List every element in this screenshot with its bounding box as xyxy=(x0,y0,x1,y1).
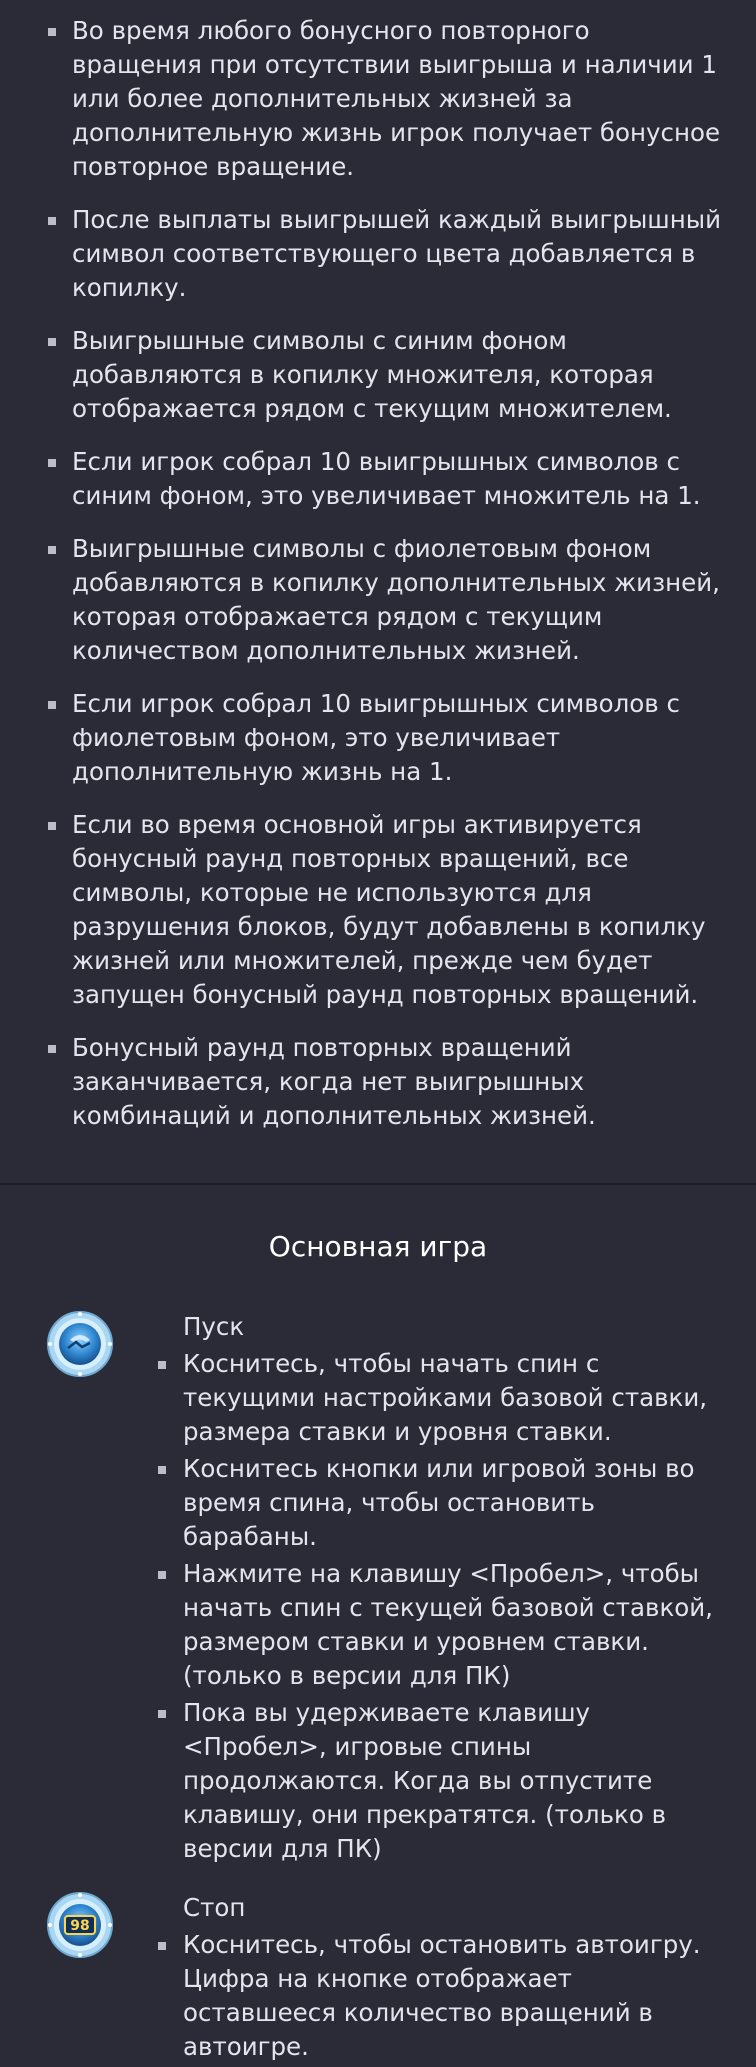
rule-text: Если игрок собрал 10 выигрышных символов… xyxy=(72,689,680,786)
list-item: Если во время основной игры активируется… xyxy=(48,808,726,1012)
bullet xyxy=(158,1361,166,1369)
list-item: Если игрок собрал 10 выигрышных символов… xyxy=(48,445,726,513)
list-item: Коснитесь кнопки или игровой зоны во вре… xyxy=(158,1452,728,1554)
list-item: Пока вы удерживаете клавишу <Пробел>, иг… xyxy=(158,1696,728,1866)
bullet xyxy=(158,1466,166,1474)
autoplay-stop-icon: 98 xyxy=(46,1891,114,1959)
item-text: Коснитесь, чтобы начать спин с текущими … xyxy=(183,1349,708,1446)
bullet xyxy=(48,28,56,36)
list-item: Выигрышные символы с фиолетовым фоном до… xyxy=(48,532,726,668)
bullet xyxy=(48,217,56,225)
rule-text: Бонусный раунд повторных вращений заканч… xyxy=(72,1033,596,1130)
rule-text: Если игрок собрал 10 выигрышных символов… xyxy=(72,447,701,510)
bullet xyxy=(48,459,56,467)
bullet xyxy=(158,1710,166,1718)
section-divider xyxy=(0,1183,756,1185)
bullet xyxy=(48,701,56,709)
spin-label: Пуск xyxy=(183,1312,245,1341)
list-item: Нажмите на клавишу <Пробел>, чтобы начат… xyxy=(158,1557,728,1693)
list-item: Если игрок собрал 10 выигрышных символов… xyxy=(48,687,726,789)
rule-text: Во время любого бонусного повторного вра… xyxy=(72,16,721,181)
list-item: Коснитесь, чтобы остановить автоигру. Ци… xyxy=(158,1928,728,2064)
bullet xyxy=(48,822,56,830)
rule-text: Выигрышные символы с фиолетовым фоном до… xyxy=(72,534,720,665)
list-item: После выплаты выигрышей каждый выигрышны… xyxy=(48,203,726,305)
stop-label: Стоп xyxy=(183,1893,246,1922)
item-text: Пока вы удерживаете клавишу <Пробел>, иг… xyxy=(183,1698,667,1863)
list-item: Коснитесь, чтобы начать спин с текущими … xyxy=(158,1347,728,1449)
section-title: Основная игра xyxy=(268,1230,488,1263)
item-text: Коснитесь, чтобы остановить автоигру. Ци… xyxy=(183,1930,701,2061)
list-item: Во время любого бонусного повторного вра… xyxy=(48,14,726,184)
list-item: Выигрышные символы с синим фоном добавля… xyxy=(48,324,726,426)
help-page: Во время любого бонусного повторного вра… xyxy=(0,0,756,2064)
item-text: Нажмите на клавишу <Пробел>, чтобы начат… xyxy=(183,1559,713,1690)
bullet xyxy=(48,546,56,554)
spin-description-list: Коснитесь, чтобы начать спин с текущими … xyxy=(158,1347,728,1869)
bullet xyxy=(158,1571,166,1579)
autoplay-count-badge: 98 xyxy=(70,1918,89,1934)
rule-text: Выигрышные символы с синим фоном добавля… xyxy=(72,326,672,423)
stop-description-list: Коснитесь, чтобы остановить автоигру. Ци… xyxy=(158,1928,728,2067)
bonus-rules-list: Во время любого бонусного повторного вра… xyxy=(0,0,756,1133)
spin-button-icon xyxy=(46,1310,114,1378)
list-item: Бонусный раунд повторных вращений заканч… xyxy=(48,1031,726,1133)
bullet xyxy=(48,1045,56,1053)
item-text: Коснитесь кнопки или игровой зоны во вре… xyxy=(183,1454,695,1551)
bullet xyxy=(48,338,56,346)
bullet xyxy=(158,1942,166,1950)
rule-text: Если во время основной игры активируется… xyxy=(72,810,706,1009)
rule-text: После выплаты выигрышей каждый выигрышны… xyxy=(72,205,722,302)
